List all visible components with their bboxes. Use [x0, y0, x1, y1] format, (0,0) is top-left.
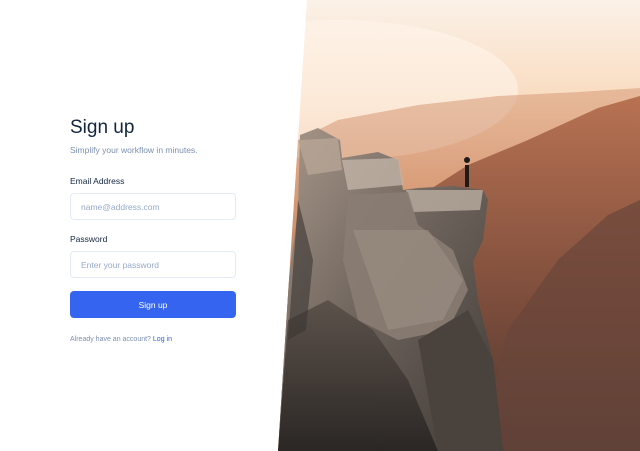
page-subtitle: Simplify your workflow in minutes.	[70, 145, 198, 155]
mountain-cliff-illustration	[278, 0, 640, 451]
log-in-link[interactable]: Log in	[153, 336, 172, 343]
password-field[interactable]	[70, 251, 236, 278]
sign-up-button[interactable]: Sign up	[70, 291, 236, 318]
login-prompt: Already have an account? Log in	[70, 335, 236, 345]
signup-form: Sign up Simplify your workflow in minute…	[70, 116, 236, 345]
hero-image	[278, 0, 640, 451]
login-prompt-text: Already have an account?	[70, 336, 151, 343]
email-label: Email Address	[70, 176, 125, 186]
email-field[interactable]	[70, 193, 236, 220]
page-title: Sign up	[70, 117, 135, 138]
password-label: Password	[70, 234, 108, 244]
